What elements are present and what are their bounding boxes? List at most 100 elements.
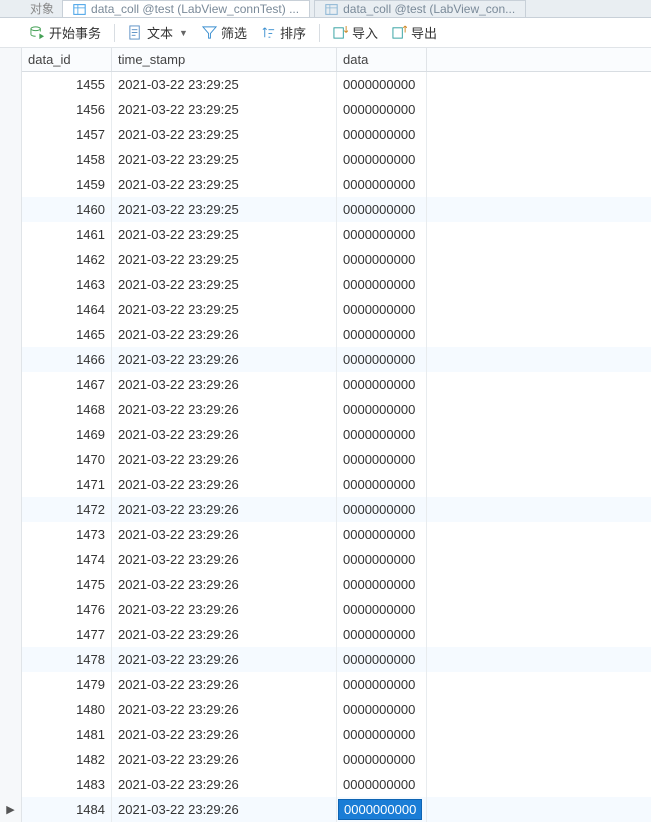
table-row[interactable]: 14612021-03-22 23:29:250000000000 xyxy=(0,222,651,247)
table-row[interactable]: 14602021-03-22 23:29:250000000000 xyxy=(0,197,651,222)
filter-button[interactable]: 筛选 xyxy=(198,21,251,44)
cell-ts[interactable]: 2021-03-22 23:29:26 xyxy=(112,647,337,672)
cell-id[interactable]: 1484 xyxy=(22,797,112,822)
tab-active[interactable]: data_coll @test (LabView_connTest) ... xyxy=(62,0,310,18)
cell-ts[interactable]: 2021-03-22 23:29:26 xyxy=(112,522,337,547)
row-gutter[interactable]: ▶ xyxy=(0,797,22,822)
row-gutter[interactable] xyxy=(0,522,22,547)
table-row[interactable]: 14832021-03-22 23:29:260000000000 xyxy=(0,772,651,797)
cell-data[interactable]: 0000000000 xyxy=(337,772,427,797)
table-row[interactable]: 14622021-03-22 23:29:250000000000 xyxy=(0,247,651,272)
cell-ts[interactable]: 2021-03-22 23:29:25 xyxy=(112,172,337,197)
row-gutter[interactable] xyxy=(0,547,22,572)
cell-data[interactable]: 0000000000 xyxy=(337,747,427,772)
table-row[interactable]: 14752021-03-22 23:29:260000000000 xyxy=(0,572,651,597)
cell-id[interactable]: 1456 xyxy=(22,97,112,122)
cell-id[interactable]: 1461 xyxy=(22,222,112,247)
cell-ts[interactable]: 2021-03-22 23:29:26 xyxy=(112,347,337,372)
table-row[interactable]: 14582021-03-22 23:29:250000000000 xyxy=(0,147,651,172)
cell-ts[interactable]: 2021-03-22 23:29:26 xyxy=(112,772,337,797)
cell-ts[interactable]: 2021-03-22 23:29:26 xyxy=(112,722,337,747)
row-gutter[interactable] xyxy=(0,747,22,772)
cell-id[interactable]: 1483 xyxy=(22,772,112,797)
cell-ts[interactable]: 2021-03-22 23:29:26 xyxy=(112,697,337,722)
text-button[interactable]: 文本 ▼ xyxy=(124,21,192,44)
cell-id[interactable]: 1473 xyxy=(22,522,112,547)
table-row[interactable]: 14742021-03-22 23:29:260000000000 xyxy=(0,547,651,572)
cell-data[interactable]: 0000000000 xyxy=(337,647,427,672)
row-gutter[interactable] xyxy=(0,72,22,97)
cell-id[interactable]: 1481 xyxy=(22,722,112,747)
cell-id[interactable]: 1480 xyxy=(22,697,112,722)
cell-ts[interactable]: 2021-03-22 23:29:25 xyxy=(112,72,337,97)
cell-data[interactable]: 0000000000 xyxy=(337,572,427,597)
cell-id[interactable]: 1464 xyxy=(22,297,112,322)
cell-ts[interactable]: 2021-03-22 23:29:26 xyxy=(112,672,337,697)
cell-id[interactable]: 1474 xyxy=(22,547,112,572)
cell-ts[interactable]: 2021-03-22 23:29:25 xyxy=(112,147,337,172)
row-gutter[interactable] xyxy=(0,122,22,147)
cell-ts[interactable]: 2021-03-22 23:29:26 xyxy=(112,572,337,597)
tab-inactive[interactable]: data_coll @test (LabView_con... xyxy=(314,0,526,18)
cell-ts[interactable]: 2021-03-22 23:29:25 xyxy=(112,222,337,247)
cell-id[interactable]: 1460 xyxy=(22,197,112,222)
table-row[interactable]: 14732021-03-22 23:29:260000000000 xyxy=(0,522,651,547)
table-row[interactable]: 14722021-03-22 23:29:260000000000 xyxy=(0,497,651,522)
cell-ts[interactable]: 2021-03-22 23:29:26 xyxy=(112,497,337,522)
cell-ts[interactable]: 2021-03-22 23:29:25 xyxy=(112,272,337,297)
row-gutter[interactable] xyxy=(0,472,22,497)
cell-data[interactable]: 0000000000 xyxy=(337,297,427,322)
table-row[interactable]: 14562021-03-22 23:29:250000000000 xyxy=(0,97,651,122)
cell-data[interactable]: 0000000000 xyxy=(337,797,427,822)
table-row[interactable]: 14592021-03-22 23:29:250000000000 xyxy=(0,172,651,197)
row-gutter[interactable] xyxy=(0,172,22,197)
row-gutter[interactable] xyxy=(0,572,22,597)
cell-ts[interactable]: 2021-03-22 23:29:25 xyxy=(112,297,337,322)
cell-data[interactable]: 0000000000 xyxy=(337,397,427,422)
row-gutter[interactable] xyxy=(0,222,22,247)
row-gutter[interactable] xyxy=(0,97,22,122)
row-gutter[interactable] xyxy=(0,372,22,397)
cell-data[interactable]: 0000000000 xyxy=(337,322,427,347)
cell-data[interactable]: 0000000000 xyxy=(337,197,427,222)
cell-id[interactable]: 1455 xyxy=(22,72,112,97)
sort-button[interactable]: 排序 xyxy=(257,21,310,44)
cell-id[interactable]: 1465 xyxy=(22,322,112,347)
cell-id[interactable]: 1459 xyxy=(22,172,112,197)
table-row[interactable]: 14662021-03-22 23:29:260000000000 xyxy=(0,347,651,372)
table-row[interactable]: 14782021-03-22 23:29:260000000000 xyxy=(0,647,651,672)
table-row[interactable]: 14632021-03-22 23:29:250000000000 xyxy=(0,272,651,297)
row-gutter[interactable] xyxy=(0,147,22,172)
cell-ts[interactable]: 2021-03-22 23:29:26 xyxy=(112,547,337,572)
cell-data[interactable]: 0000000000 xyxy=(337,272,427,297)
row-gutter[interactable] xyxy=(0,247,22,272)
cell-id[interactable]: 1469 xyxy=(22,422,112,447)
row-gutter[interactable] xyxy=(0,197,22,222)
cell-data[interactable]: 0000000000 xyxy=(337,97,427,122)
cell-data[interactable]: 0000000000 xyxy=(337,147,427,172)
table-row[interactable]: 14792021-03-22 23:29:260000000000 xyxy=(0,672,651,697)
cell-ts[interactable]: 2021-03-22 23:29:26 xyxy=(112,397,337,422)
cell-ts[interactable]: 2021-03-22 23:29:25 xyxy=(112,97,337,122)
cell-data[interactable]: 0000000000 xyxy=(337,722,427,747)
cell-ts[interactable]: 2021-03-22 23:29:25 xyxy=(112,122,337,147)
export-button[interactable]: 导出 xyxy=(388,21,441,44)
row-gutter[interactable] xyxy=(0,322,22,347)
table-row[interactable]: 14762021-03-22 23:29:260000000000 xyxy=(0,597,651,622)
cell-data[interactable]: 0000000000 xyxy=(337,122,427,147)
cell-data[interactable]: 0000000000 xyxy=(337,697,427,722)
row-gutter[interactable] xyxy=(0,647,22,672)
cell-id[interactable]: 1470 xyxy=(22,447,112,472)
cell-ts[interactable]: 2021-03-22 23:29:26 xyxy=(112,747,337,772)
cell-id[interactable]: 1457 xyxy=(22,122,112,147)
cell-id[interactable]: 1471 xyxy=(22,472,112,497)
cell-id[interactable]: 1463 xyxy=(22,272,112,297)
table-row[interactable]: 14702021-03-22 23:29:260000000000 xyxy=(0,447,651,472)
table-row[interactable]: 14642021-03-22 23:29:250000000000 xyxy=(0,297,651,322)
cell-id[interactable]: 1482 xyxy=(22,747,112,772)
row-gutter[interactable] xyxy=(0,297,22,322)
begin-transaction-button[interactable]: 开始事务 xyxy=(26,21,105,44)
row-gutter[interactable] xyxy=(0,697,22,722)
cell-id[interactable]: 1478 xyxy=(22,647,112,672)
cell-ts[interactable]: 2021-03-22 23:29:26 xyxy=(112,472,337,497)
